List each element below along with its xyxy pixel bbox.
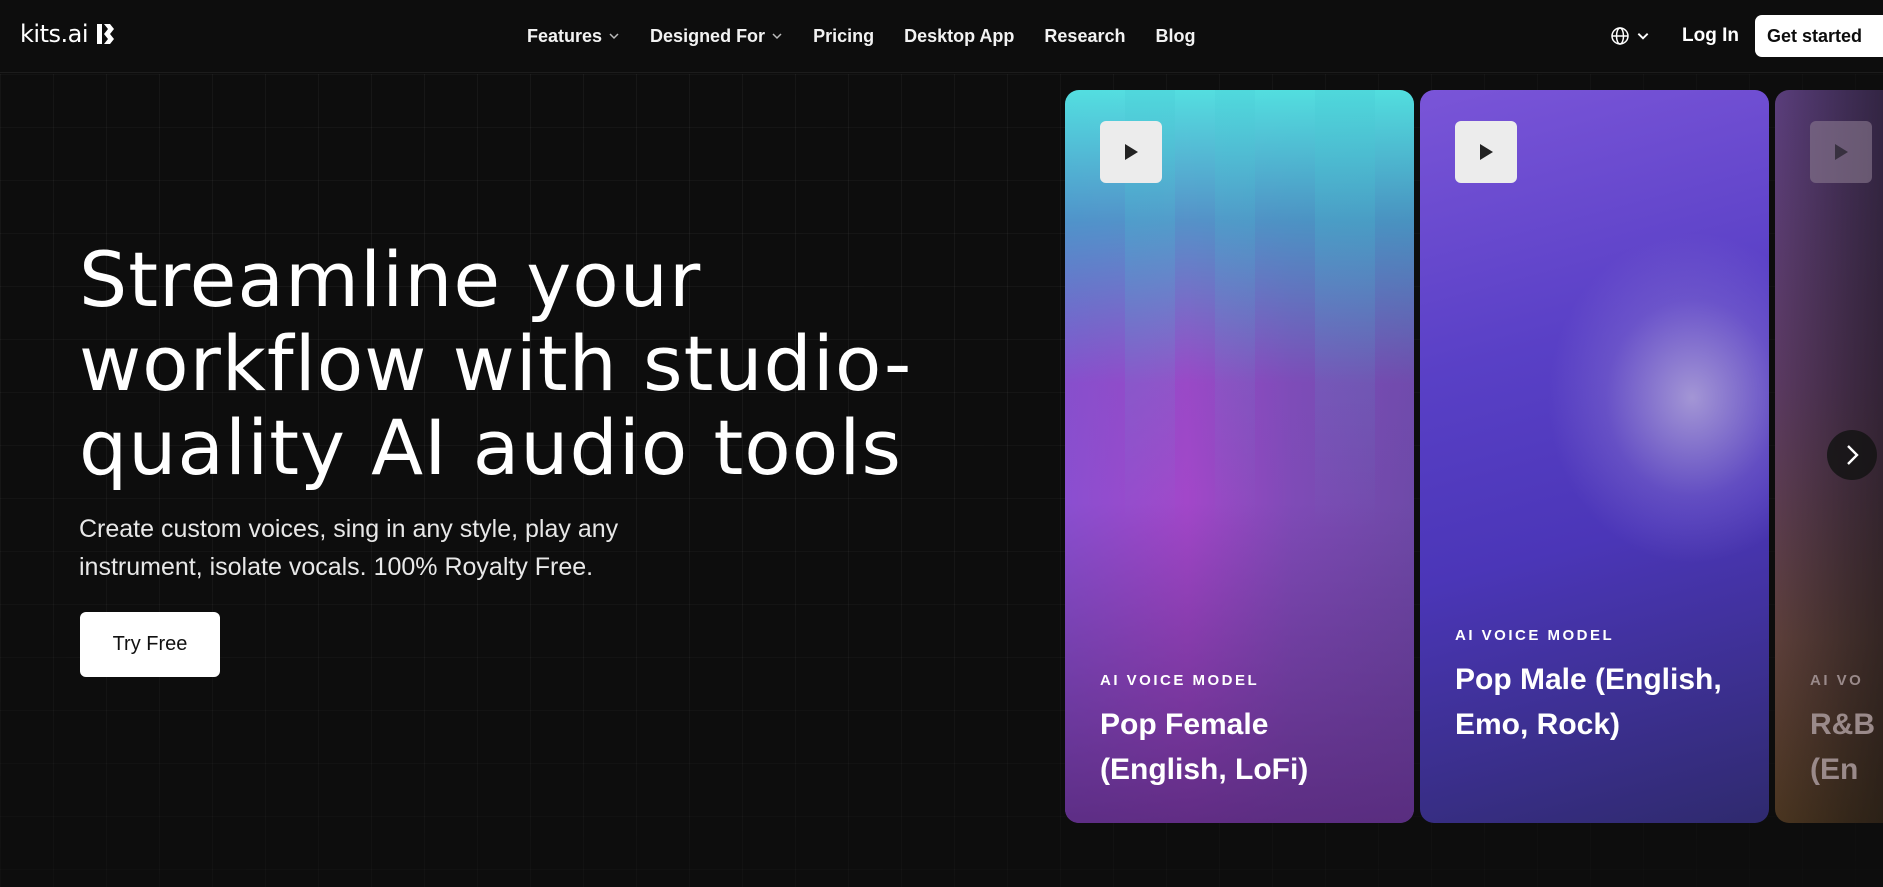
carousel-next-button[interactable] <box>1827 430 1877 480</box>
nav-label: Features <box>527 25 603 46</box>
voice-model-card[interactable]: AI VOICE MODEL Pop Female (English, LoFi… <box>1065 90 1414 823</box>
site-header: kits.ai Features Designed For Pricing De… <box>0 0 1883 73</box>
logo-text: kits.ai <box>20 20 88 48</box>
login-link[interactable]: Log In <box>1682 25 1739 47</box>
card-title: R&B (En <box>1810 708 1875 786</box>
nav-item-pricing[interactable]: Pricing <box>813 26 874 47</box>
header-actions: Log In Get started <box>1610 0 1883 72</box>
hero-subtitle: Create custom voices, sing in any style,… <box>79 515 619 581</box>
play-icon <box>1125 144 1138 160</box>
play-button[interactable] <box>1810 121 1872 183</box>
nav-label: Pricing <box>813 25 875 46</box>
card-category-label: AI VO <box>1810 672 1864 689</box>
nav-label: Blog <box>1155 25 1196 46</box>
nav-item-blog[interactable]: Blog <box>1155 26 1195 47</box>
language-selector[interactable] <box>1610 26 1650 46</box>
globe-icon <box>1611 27 1629 45</box>
nav-label: Research <box>1044 25 1126 46</box>
play-icon <box>1480 144 1493 160</box>
main-nav: Features Designed For Pricing Desktop Ap… <box>527 0 1225 72</box>
play-icon <box>1835 144 1848 160</box>
logo-mark-icon <box>96 24 114 44</box>
get-started-button[interactable]: Get started <box>1755 15 1883 57</box>
voice-model-card[interactable]: AI VOICE MODEL Pop Male (English, Emo, R… <box>1420 90 1769 823</box>
chevron-down-icon <box>609 33 619 40</box>
play-button[interactable] <box>1100 121 1162 183</box>
card-title: Pop Male (English, Emo, Rock) <box>1455 663 1722 741</box>
nav-label: Desktop App <box>904 25 1015 46</box>
hero-title: Streamline your workflow with studio-qua… <box>79 235 913 492</box>
chevron-down-icon <box>772 33 782 40</box>
chevron-right-icon <box>1847 445 1859 465</box>
nav-item-desktop-app[interactable]: Desktop App <box>904 26 1014 47</box>
play-button[interactable] <box>1455 121 1517 183</box>
card-category-label: AI VOICE MODEL <box>1100 672 1260 689</box>
card-category-label: AI VOICE MODEL <box>1455 627 1615 644</box>
logo[interactable]: kits.ai <box>20 20 118 48</box>
nav-item-features[interactable]: Features <box>527 26 620 47</box>
nav-item-designed-for[interactable]: Designed For <box>650 26 783 47</box>
try-free-button[interactable]: Try Free <box>80 612 220 677</box>
nav-label: Designed For <box>650 25 766 46</box>
chevron-down-icon <box>1637 33 1649 40</box>
nav-item-research[interactable]: Research <box>1044 26 1125 47</box>
card-title: Pop Female (English, LoFi) <box>1100 708 1309 786</box>
